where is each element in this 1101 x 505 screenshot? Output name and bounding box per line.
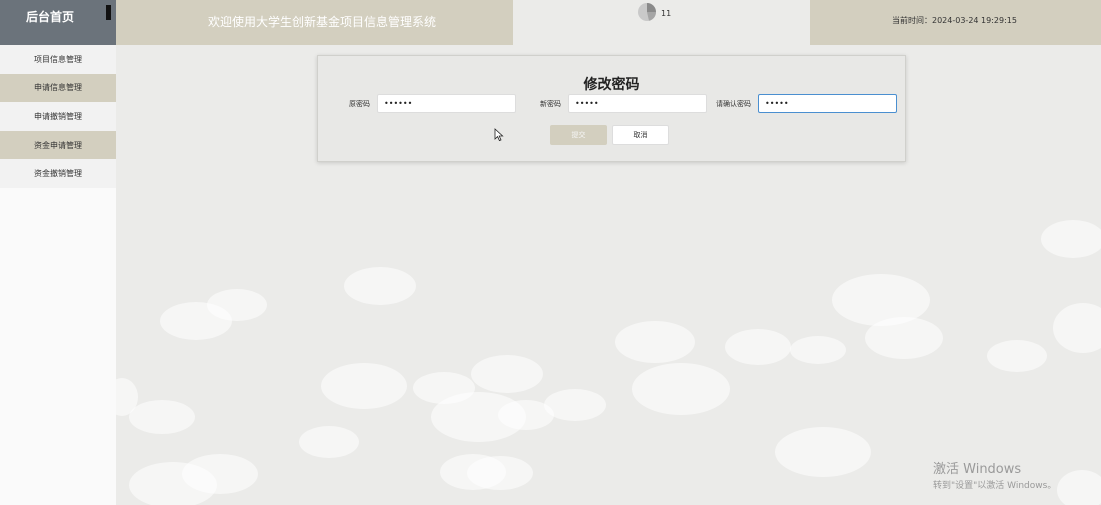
home-link[interactable]: 后台首页 bbox=[26, 8, 74, 25]
windows-activation-watermark: 激活 Windows 转到"设置"以激活 Windows。 bbox=[933, 458, 1056, 491]
system-title: 欢迎使用大学生创新基金项目信息管理系统 bbox=[208, 15, 437, 29]
time-value: 2024-03-24 19:29:15 bbox=[932, 16, 1017, 25]
sidebar-item-application-revoke[interactable]: 申请撤销管理 bbox=[0, 102, 116, 131]
watermark-line2: 转到"设置"以激活 Windows。 bbox=[933, 481, 1057, 491]
home-brand[interactable]: 后台首页 bbox=[0, 0, 116, 45]
menu-toggle-bar[interactable] bbox=[106, 5, 111, 20]
mouse-cursor-icon bbox=[494, 128, 504, 142]
sidebar-item-fund-application[interactable]: 资金申请管理 bbox=[0, 130, 116, 160]
time-label: 当前时间： bbox=[892, 16, 932, 25]
watermark-line1: 激活 Windows bbox=[933, 462, 1022, 477]
dialog-title: 修改密码 bbox=[583, 77, 640, 93]
confirm-password-input[interactable] bbox=[758, 94, 897, 113]
change-password-dialog: 修改密码 原密码 新密码 请确认密码 提交 取消 bbox=[317, 55, 906, 162]
loader-count: 11 bbox=[661, 9, 672, 18]
confirm-password-label: 请确认密码 bbox=[716, 100, 751, 108]
current-time: 当前时间：2024-03-24 19:29:15 bbox=[892, 15, 1017, 26]
sidebar-item-project-info[interactable]: 项目信息管理 bbox=[0, 45, 116, 74]
old-password-input[interactable] bbox=[377, 94, 516, 113]
new-password-label: 新密码 bbox=[540, 100, 561, 108]
old-password-label: 原密码 bbox=[349, 100, 370, 108]
submit-button[interactable]: 提交 bbox=[550, 125, 607, 145]
sidebar-item-application-info[interactable]: 申请信息管理 bbox=[0, 73, 116, 103]
header-title-area: 欢迎使用大学生创新基金项目信息管理系统 bbox=[116, 0, 513, 45]
new-password-input[interactable] bbox=[568, 94, 707, 113]
time-area: 当前时间：2024-03-24 19:29:15 bbox=[810, 0, 1101, 45]
top-bar: 后台首页 欢迎使用大学生创新基金项目信息管理系统 11 当前时间：2024-03… bbox=[0, 0, 1101, 45]
sidebar-item-fund-revoke[interactable]: 资金撤销管理 bbox=[0, 159, 116, 188]
loading-spinner-icon bbox=[638, 3, 657, 21]
sidebar: 项目信息管理 申请信息管理 申请撤销管理 资金申请管理 资金撤销管理 bbox=[0, 45, 116, 505]
cancel-button[interactable]: 取消 bbox=[612, 125, 669, 145]
loader-area: 11 bbox=[513, 0, 810, 45]
